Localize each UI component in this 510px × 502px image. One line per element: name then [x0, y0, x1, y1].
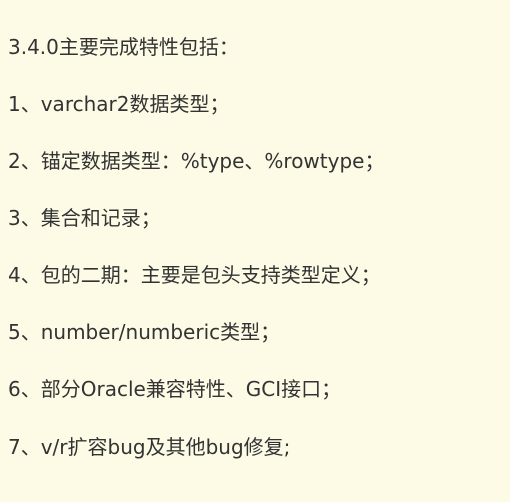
list-item: 2、锚定数据类型：%type、%rowtype； [8, 149, 385, 173]
list-item: 5、number/numberic类型； [8, 320, 281, 344]
list-item: 1、varchar2数据类型； [8, 92, 230, 116]
list-item: 7、v/r扩容bug及其他bug修复; [8, 435, 291, 459]
list-item: 6、部分Oracle兼容特性、GCI接口； [8, 377, 342, 401]
heading: 3.4.0主要完成特性包括： [8, 35, 239, 59]
list-item: 4、包的二期：主要是包头支持类型定义； [8, 263, 381, 287]
list-item: 3、集合和记录； [8, 206, 161, 230]
